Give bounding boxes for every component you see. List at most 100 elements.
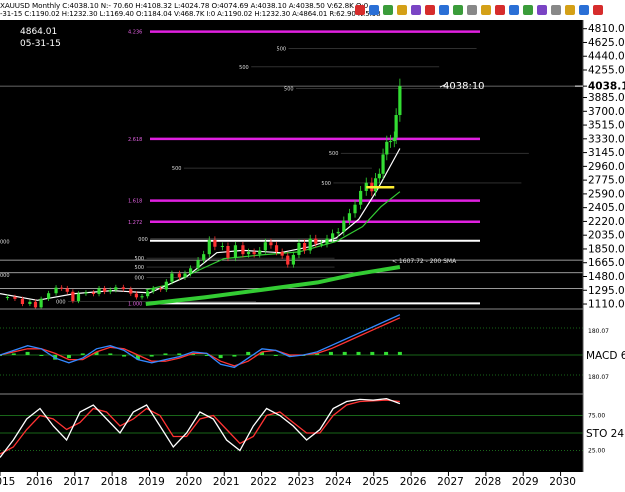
candle-body [164,281,168,290]
candle-body [297,243,301,255]
x-tick-label: 2022 [250,476,277,488]
candle-body [39,298,43,308]
candle-body [241,245,245,255]
y-tick-label: 2590.00 [588,188,625,200]
macd-histogram-bar [384,351,389,355]
readout-date: 05-31-15 [20,39,61,49]
candle-body [103,288,107,292]
macd-histogram-bar [218,355,223,359]
x-tick-label: 2015 [0,476,15,488]
candle-body [286,255,290,265]
round-number-marker: 500 [135,265,145,271]
x-tick-label: 2024 [325,476,352,488]
candle-body [398,86,402,116]
candle-body [33,301,38,308]
x-tick-label: 2027 [437,476,464,488]
y-tick-label: 1110.00 [588,299,625,311]
fib-level-label: 1.000 [128,301,142,307]
macd-histogram-bar [39,355,44,356]
x-tick-label: 2029 [512,476,539,488]
x-tick-label: 2019 [138,476,165,488]
candle-body [314,238,318,244]
candle-body [108,289,112,292]
x-tick-label: 2018 [101,476,128,488]
x-tick-label: 2028 [474,476,501,488]
round-number-marker: 500 [277,46,287,52]
stoch-tick-label: 75.00 [588,413,605,420]
candle-body [269,242,273,246]
macd-histogram-bar [108,353,113,355]
x-tick-label: 2025 [362,476,389,488]
stochastic-pane [0,398,583,458]
candle-body [13,296,17,299]
macd-histogram-bar [328,351,333,355]
round-number-marker: 500 [239,65,249,71]
candle-body [213,240,217,247]
candle-body [207,240,211,255]
candle-body [5,296,10,299]
round-number-marker: 000 [135,275,145,281]
y-tick-label: 1850.00 [588,243,625,255]
macd-histogram-bar [342,351,347,355]
candle-body [252,251,256,255]
candle-body [392,137,396,142]
candle-body [308,238,312,251]
candle-body [65,288,69,292]
macd-histogram-bar [163,353,168,355]
candle-body [60,287,64,289]
macd-histogram-bar [25,351,30,355]
candle-body [170,273,174,282]
y-tick-label: 3700.00 [588,106,625,118]
y-tick-label: 1295.00 [588,285,625,297]
candle-body [20,298,25,305]
stoch-label: STO 24 [586,428,624,440]
fib-level-label: 4.236 [128,30,142,36]
y-tick-label: 2220.00 [588,216,625,228]
candle-body [28,301,32,305]
macd-histogram-bar [149,355,154,357]
candle-body [373,178,378,192]
y-tick-label: 2405.00 [588,202,625,214]
left-edge-label: 000 [0,273,10,279]
candle-body [129,289,133,294]
y-tick-label: 2035.00 [588,230,625,242]
candle-body [151,288,155,292]
y-tick-label: 2775.00 [588,175,625,187]
x-tick-label: 2026 [400,476,427,488]
macd-line [0,314,401,369]
macd-histogram-bar [232,355,237,357]
round-number-marker: 500 [172,166,182,172]
candle-body [291,254,295,265]
stoch-tick-label: 25.00 [588,448,605,455]
candle-body [54,287,58,294]
candle-body [188,268,193,274]
price-chart[interactable]: 4038:10 4.236 2.618 1.618 1.272 1.000 000 000 50… [0,0,625,492]
macd-histogram-bar [273,355,278,356]
fib-level-label: 1.618 [128,199,142,205]
y-tick-label: 4440.00 [588,51,625,63]
y-tick-label: 4255.00 [588,64,625,76]
candle-body [84,292,88,294]
round-number-marker: 500 [284,86,294,92]
left-edge-label: 000 [0,240,10,246]
candle-body [114,287,118,290]
macd-histogram-bar [177,353,182,355]
x-tick-label: 2023 [288,476,315,488]
macd-label: MACD 6 [586,350,625,362]
macd-histogram-bar [356,351,361,355]
fib-level-label: 1.272 [128,220,142,226]
candle-body [196,260,200,269]
candle-body [353,204,357,214]
candle-body [121,287,125,290]
x-tick-label: 2017 [63,476,90,488]
candle-body [385,141,389,155]
candle-body [183,273,187,278]
candle-body [263,242,267,251]
candle-body [91,292,96,294]
candle-body [359,190,363,205]
round-number-marker: 000 [138,237,148,243]
candle-body [280,251,284,256]
candle-body [134,293,139,298]
macd-pane [0,314,583,376]
x-tick-label: 2021 [213,476,240,488]
